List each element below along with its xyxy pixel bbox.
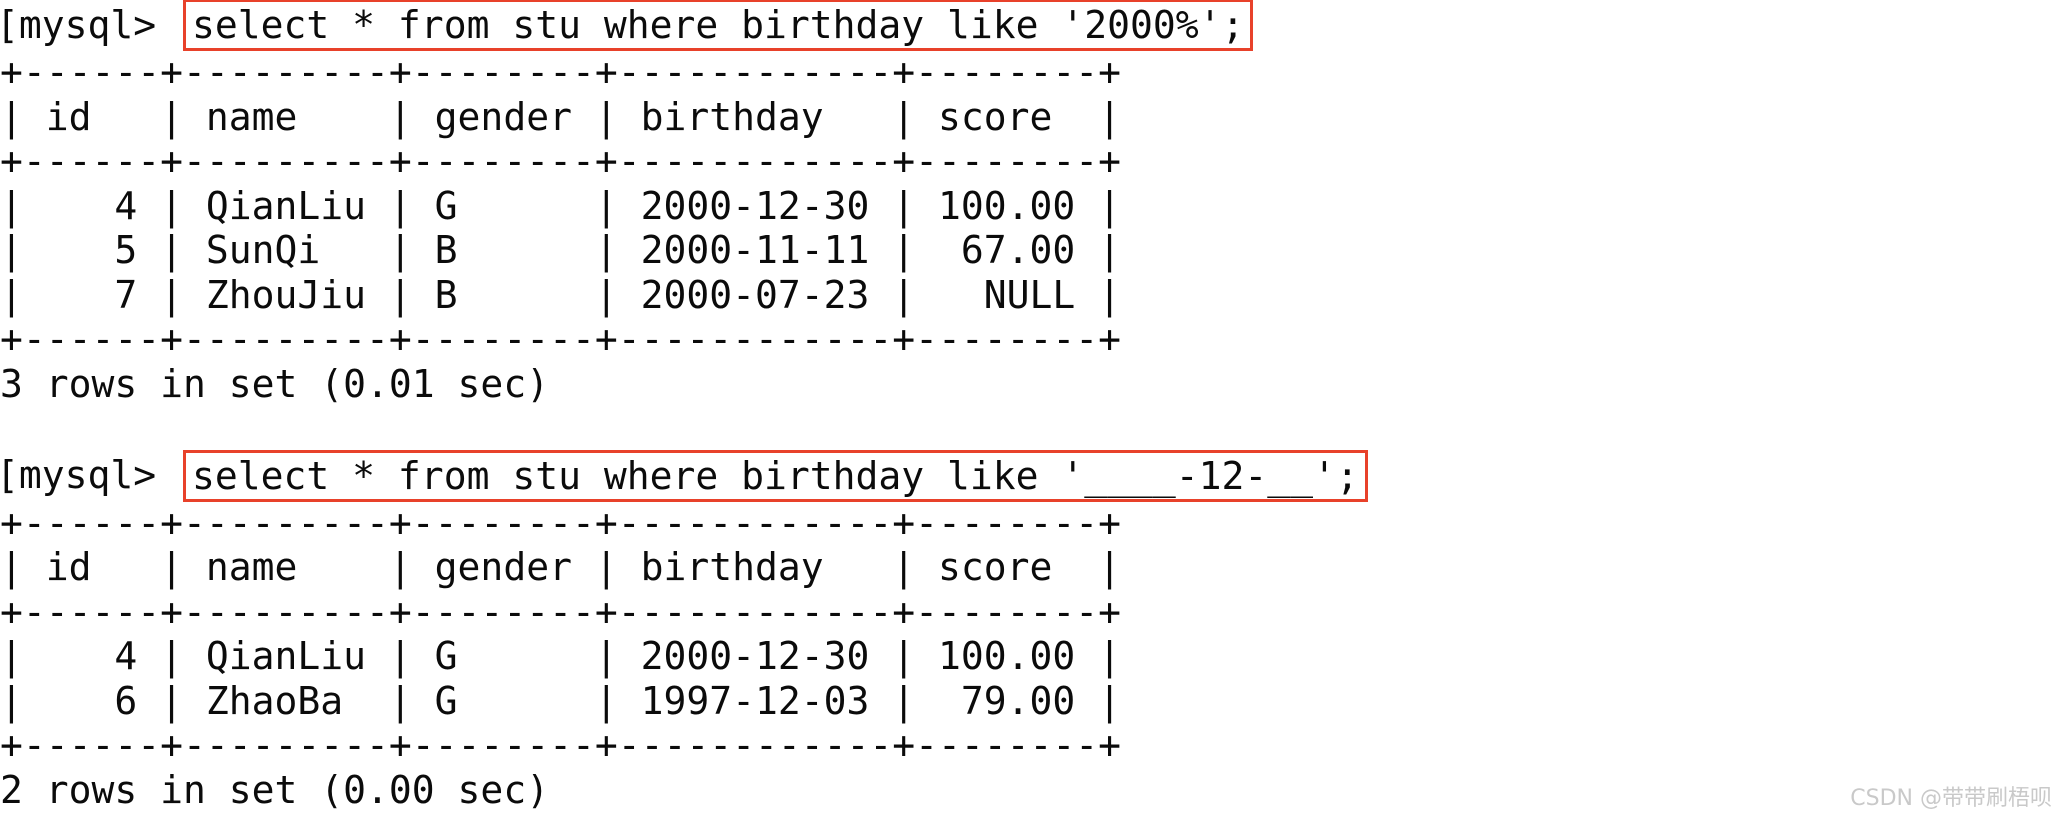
sql-command-2[interactable]: select * from stu where birthday like '_…: [192, 454, 1359, 498]
result-status-1: 3 rows in set (0.01 sec): [0, 361, 550, 406]
mysql-prompt-2: [mysql>: [0, 453, 180, 498]
csdn-watermark: CSDN @带带刷梧呗: [1850, 786, 2052, 811]
table-separator-top-2: +------+---------+--------+------------+…: [0, 500, 1122, 545]
table-separator-mid-1: +------+---------+--------+------------+…: [0, 139, 1122, 183]
table-row: | 7 | ZhouJiu | B | 2000-07-23 | NULL |: [0, 272, 1122, 317]
command-highlight-box-2: select * from stu where birthday like '_…: [183, 449, 1368, 502]
command-row-1: [mysql> select * from stu where birthday…: [0, 0, 2068, 51]
terminal-window: [mysql> select * from stu where birthday…: [0, 0, 2068, 818]
sql-command-1[interactable]: select * from stu where birthday like '2…: [192, 3, 1244, 47]
command-highlight-box-1: select * from stu where birthday like '2…: [183, 0, 1254, 51]
command-row-2: [mysql> select * from stu where birthday…: [0, 449, 2068, 502]
mysql-prompt-1: [mysql>: [0, 2, 180, 47]
table-separator-bottom-2: +------+---------+--------+------------+…: [0, 723, 1122, 767]
table-separator-top-1: +------+---------+--------+------------+…: [0, 50, 1122, 94]
table-row: | 5 | SunQi | B | 2000-11-11 | 67.00 |: [0, 228, 1122, 272]
result-status-2: 2 rows in set (0.00 sec): [0, 767, 550, 812]
table-row: | 4 | QianLiu | G | 2000-12-30 | 100.00 …: [0, 183, 1122, 228]
table-separator-mid-2: +------+---------+--------+------------+…: [0, 589, 1122, 634]
table-row: | 4 | QianLiu | G | 2000-12-30 | 100.00 …: [0, 634, 1122, 678]
table-header-2: | id | name | gender | birthday | score …: [0, 545, 1122, 589]
table-separator-bottom-1: +------+---------+--------+------------+…: [0, 317, 1122, 361]
table-header-1: | id | name | gender | birthday | score …: [0, 94, 1122, 139]
table-row: | 6 | ZhaoBa | G | 1997-12-03 | 79.00 |: [0, 678, 1122, 723]
